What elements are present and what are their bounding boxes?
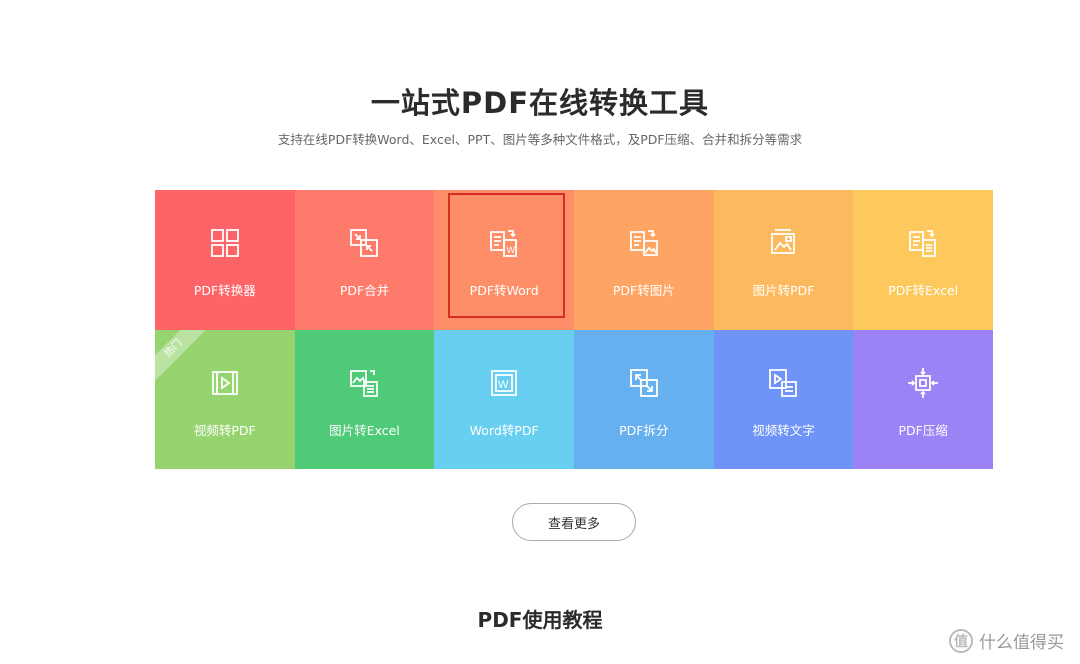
tool-tile-pdf-merge[interactable]: PDF合并 xyxy=(294,190,435,330)
tool-tile-video-to-text[interactable]: 视频转文字 xyxy=(713,329,854,469)
video-to-text-icon xyxy=(769,368,798,397)
grid-icon xyxy=(210,229,239,258)
tool-label: PDF转图片 xyxy=(612,283,675,299)
tool-label: 图片转PDF xyxy=(752,283,815,299)
tool-tile-pdf-compress[interactable]: PDF压缩 xyxy=(853,329,993,469)
tool-label: Word转PDF xyxy=(469,422,539,438)
tool-label: PDF转Excel xyxy=(888,283,959,299)
image-to-pdf-icon xyxy=(771,229,796,255)
tool-label: PDF拆分 xyxy=(619,422,669,438)
watermark-text: 什么值得买 xyxy=(979,633,1064,653)
page-subtitle: 支持在线PDF转换Word、Excel、PPT、图片等多种文件格式，及PDF压缩… xyxy=(277,132,803,147)
tool-label: PDF合并 xyxy=(339,283,390,299)
svg-text:W: W xyxy=(507,245,516,255)
tool-label: PDF压缩 xyxy=(898,422,948,438)
view-more-button[interactable]: 查看更多 xyxy=(512,503,636,541)
tool-label: 图片转Excel xyxy=(329,422,400,438)
pdf-to-image-icon xyxy=(629,230,658,257)
word-to-pdf-icon: W xyxy=(491,369,518,396)
hot-badge: 热门 xyxy=(155,329,213,387)
tool-label: PDF转Word xyxy=(469,283,539,299)
tool-tile-pdf-to-image[interactable]: PDF转图片 xyxy=(574,190,714,330)
page-title: 一站式PDF在线转换工具 xyxy=(370,86,710,120)
watermark: 值 什么值得买 xyxy=(949,628,1064,653)
split-icon xyxy=(629,368,658,397)
tool-tile-word-to-pdf[interactable]: W Word转PDF xyxy=(434,329,574,469)
tool-tile-image-to-excel[interactable]: 图片转Excel xyxy=(294,329,435,469)
tool-label: 视频转文字 xyxy=(752,422,815,438)
compress-icon xyxy=(908,367,939,398)
svg-text:W: W xyxy=(498,379,509,391)
merge-icon xyxy=(350,229,379,258)
tool-tile-pdf-split[interactable]: PDF拆分 xyxy=(574,329,714,469)
tool-label: PDF转换器 xyxy=(193,283,256,299)
video-to-pdf-icon xyxy=(211,370,238,395)
image-to-excel-icon xyxy=(350,369,379,397)
tool-tile-pdf-to-excel[interactable]: PDF转Excel xyxy=(853,190,993,330)
tool-tile-pdf-to-word[interactable]: W PDF转Word xyxy=(434,190,574,330)
tool-tile-pdf-converter[interactable]: PDF转换器 xyxy=(155,190,295,330)
tool-grid: PDF转换器 PDF合并 W PDF转Word PDF转图片 图片转PDF PD… xyxy=(155,190,993,469)
pdf-to-excel-icon xyxy=(909,230,937,258)
tool-label: 视频转PDF xyxy=(193,422,256,438)
section-title: PDF使用教程 xyxy=(477,608,603,632)
pdf-to-word-icon: W xyxy=(490,230,518,258)
tool-tile-video-to-pdf[interactable]: 热门 视频转PDF xyxy=(155,329,295,469)
watermark-logo: 值 xyxy=(949,628,973,653)
tool-tile-image-to-pdf[interactable]: 图片转PDF xyxy=(713,190,854,330)
